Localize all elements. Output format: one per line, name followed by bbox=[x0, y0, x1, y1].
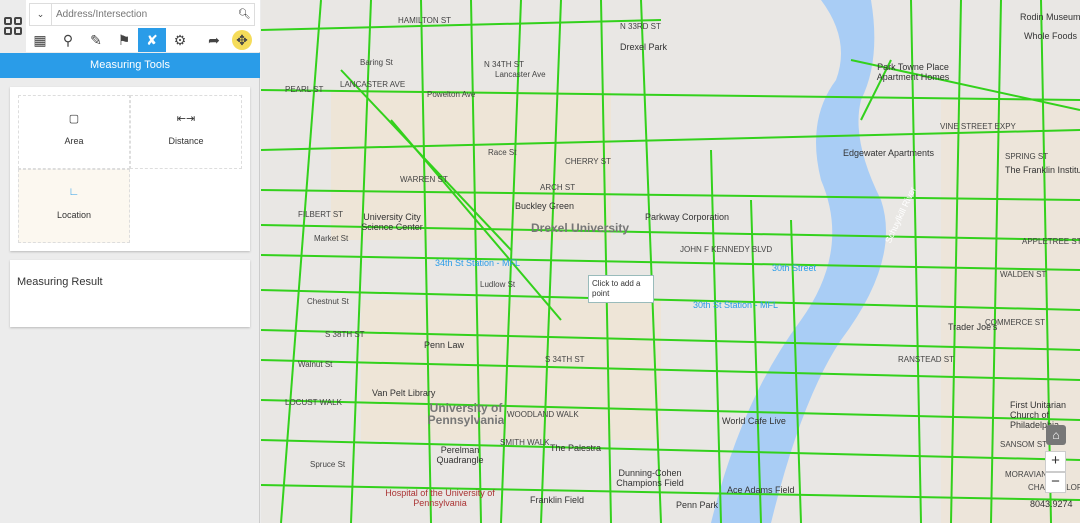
street-label: SMITH WALK bbox=[500, 438, 550, 447]
street-label: S 38TH ST bbox=[325, 330, 365, 339]
place-label: Dunning-Cohen Champions Field bbox=[616, 468, 684, 488]
distance-tool[interactable]: ⇤⇥ Distance bbox=[130, 95, 242, 169]
measure-tools-card: ▢ Area ⇤⇥ Distance ∟ Location bbox=[10, 87, 250, 251]
place-label: Parkway Corporation bbox=[645, 212, 730, 222]
place-label: Rodin Museum bbox=[1020, 12, 1080, 22]
street-label: HAMILTON ST bbox=[398, 16, 452, 25]
street-label: CHERRY ST bbox=[565, 157, 611, 166]
search-tool-button[interactable]: ⚲ bbox=[54, 28, 82, 52]
settings-button[interactable]: ⚙ bbox=[166, 28, 194, 52]
side-panel: ⌄ 🔍︎ ▦ ⚲ ✎ ⚑ ✘ ⚙ ➦ ✥ Measuring Tools ▢Ar… bbox=[0, 0, 260, 523]
street-line bbox=[280, 0, 322, 523]
apps-grid-icon[interactable] bbox=[4, 17, 22, 35]
panel-title: Measuring Tools bbox=[0, 53, 260, 78]
street-label: Market St bbox=[314, 234, 349, 243]
distance-icon: ⇤⇥ bbox=[176, 113, 196, 125]
street-label: Lancaster Ave bbox=[495, 70, 546, 79]
street-label: Race St bbox=[488, 148, 517, 157]
home-button[interactable]: ⌂ bbox=[1046, 425, 1066, 445]
street-label: VINE STREET EXPY bbox=[940, 122, 1016, 131]
zoom-in-button[interactable]: + bbox=[1045, 451, 1066, 472]
street-label: N 34TH ST bbox=[484, 60, 525, 69]
search-icon[interactable]: 🔍︎ bbox=[238, 9, 254, 20]
place-label: Drexel Park bbox=[620, 42, 668, 52]
street-line bbox=[710, 149, 722, 523]
place-label: Park Towne Place Apartment Homes bbox=[876, 62, 950, 82]
place-label: Perelman Quadrangle bbox=[436, 445, 484, 465]
street-label: WALDEN ST bbox=[1000, 270, 1047, 279]
area-icon: ▢ bbox=[68, 113, 80, 125]
measure-button[interactable]: ✘ bbox=[138, 28, 166, 52]
street-label: PEARL ST bbox=[285, 85, 324, 94]
chevron-down-icon[interactable]: ⌄ bbox=[30, 4, 52, 25]
draw-button[interactable]: ✎ bbox=[82, 28, 110, 52]
basemap-button[interactable]: ▦ bbox=[26, 28, 54, 52]
street-label: WOODLAND WALK bbox=[507, 410, 579, 419]
street-label: N 33RD ST bbox=[620, 22, 661, 31]
street-label: WARREN ST bbox=[400, 175, 448, 184]
place-label: The Palestra bbox=[550, 443, 602, 453]
street-label: S 34TH ST bbox=[545, 355, 585, 364]
street-label: Ludlow St bbox=[480, 280, 516, 289]
street-label: FILBERT ST bbox=[298, 210, 344, 219]
place-label: Ace Adams Field bbox=[727, 485, 795, 495]
place-label: Penn Park bbox=[676, 500, 719, 510]
street-label: Chestnut St bbox=[307, 297, 349, 306]
street-label: JOHN F KENNEDY BLVD bbox=[680, 245, 773, 254]
zoom-out-button[interactable]: − bbox=[1045, 472, 1066, 493]
location-tool[interactable]: ∟ Location bbox=[18, 169, 130, 243]
bookmark-button[interactable]: ⚑ bbox=[110, 28, 138, 52]
street-label: SANSOM ST bbox=[1000, 440, 1048, 449]
map-tooltip: Click to add a point bbox=[588, 275, 654, 303]
toolbar: ▦ ⚲ ✎ ⚑ ✘ ⚙ ➦ ✥ bbox=[26, 28, 256, 52]
place-label: World Cafe Live bbox=[722, 416, 786, 426]
place-label: Hospital of the University of Pennsylvan… bbox=[385, 488, 495, 508]
place-label: Penn Law bbox=[424, 340, 465, 350]
place-label: Drexel University bbox=[531, 221, 630, 235]
place-label: Van Pelt Library bbox=[372, 388, 436, 398]
street-label: Walnut St bbox=[298, 360, 333, 369]
result-title: Measuring Result bbox=[17, 276, 103, 288]
station-label: 34th St Station - MFL bbox=[435, 258, 521, 268]
street-label: ARCH ST bbox=[540, 183, 576, 192]
station-label: 30th Street bbox=[772, 263, 817, 273]
search-box: ⌄ 🔍︎ bbox=[29, 3, 255, 26]
coordinate-readout: 8043.9274 bbox=[1030, 499, 1073, 509]
street-label: APPLETREE ST bbox=[1022, 237, 1080, 246]
campus-area bbox=[361, 300, 661, 440]
move-icon: ✥ bbox=[232, 30, 252, 50]
street-label: LOCUST WALK bbox=[285, 398, 342, 407]
street-label: RANSTEAD ST bbox=[898, 355, 955, 364]
select-button[interactable]: ➦ bbox=[200, 28, 228, 52]
street-label: Baring St bbox=[360, 58, 393, 67]
area-tool[interactable]: ▢ Area bbox=[18, 95, 130, 169]
location-icon: ∟ bbox=[68, 186, 80, 198]
street-label: COMMERCE ST bbox=[985, 318, 1045, 327]
place-label: The Franklin Institute bbox=[1005, 165, 1080, 175]
place-label: Whole Foods bbox=[1024, 31, 1078, 41]
place-label: First Unitarian Church of Philadelphia bbox=[1010, 400, 1067, 430]
street-line bbox=[350, 0, 372, 523]
station-label: 30th St Station - MFL bbox=[693, 300, 779, 310]
measuring-result-card: Measuring Result bbox=[10, 260, 250, 327]
street-label: Powelton Ave bbox=[427, 90, 476, 99]
place-label: University City Science Center bbox=[361, 212, 423, 232]
place-label: University of Pennsylvania bbox=[427, 401, 505, 427]
place-label: Edgewater Apartments bbox=[843, 148, 935, 158]
pan-button[interactable]: ✥ bbox=[228, 28, 256, 52]
street-label: LANCASTER AVE bbox=[340, 80, 406, 89]
street-label: SPRING ST bbox=[1005, 152, 1049, 161]
street-label: Spruce St bbox=[310, 460, 346, 469]
search-input[interactable] bbox=[52, 9, 238, 20]
place-label: Buckley Green bbox=[515, 201, 575, 211]
place-label: Franklin Field bbox=[530, 495, 585, 505]
